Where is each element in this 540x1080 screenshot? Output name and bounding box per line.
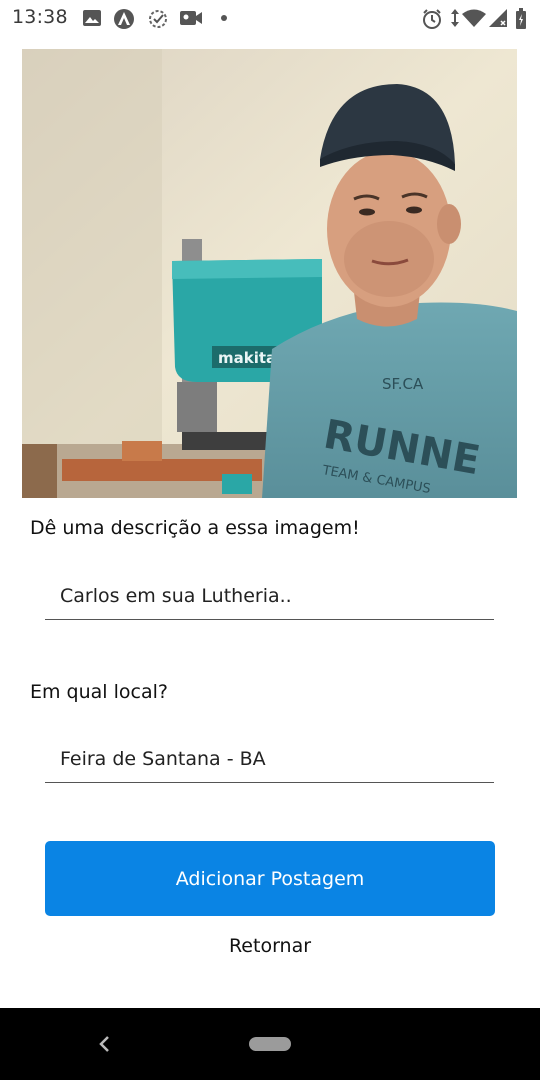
description-label: Dê uma descrição a essa imagem! <box>30 517 360 539</box>
shirt-text-1: SF.CA <box>382 375 424 393</box>
app-notification-icon <box>113 8 135 29</box>
nav-bar <box>0 1008 540 1080</box>
sync-icon <box>147 8 169 28</box>
home-pill-icon[interactable] <box>249 1037 291 1051</box>
alarm-icon <box>421 8 443 29</box>
add-post-button[interactable]: Adicionar Postagem <box>45 841 495 916</box>
image-icon <box>82 8 102 28</box>
photo-preview: makita SF.CA RUNNE TEAM & CAMPUS <box>22 49 517 498</box>
status-bar: 13:38 <box>0 0 540 38</box>
back-button[interactable]: Retornar <box>170 928 370 964</box>
status-time: 13:38 <box>12 6 68 28</box>
machine-brand: makita <box>218 349 276 367</box>
back-chevron-icon[interactable] <box>94 1032 114 1056</box>
wifi-icon <box>461 8 487 28</box>
signal-icon <box>488 8 508 28</box>
description-input[interactable] <box>45 572 494 620</box>
location-input[interactable] <box>45 735 494 783</box>
screen: 13:38 makita SF.CA RUNNE TEAM & CAMPUS D… <box>0 0 540 1080</box>
battery-icon <box>515 8 527 29</box>
video-icon <box>179 8 203 28</box>
dot-icon <box>220 14 228 34</box>
location-label: Em qual local? <box>30 681 168 703</box>
data-arrows-icon <box>450 8 460 28</box>
